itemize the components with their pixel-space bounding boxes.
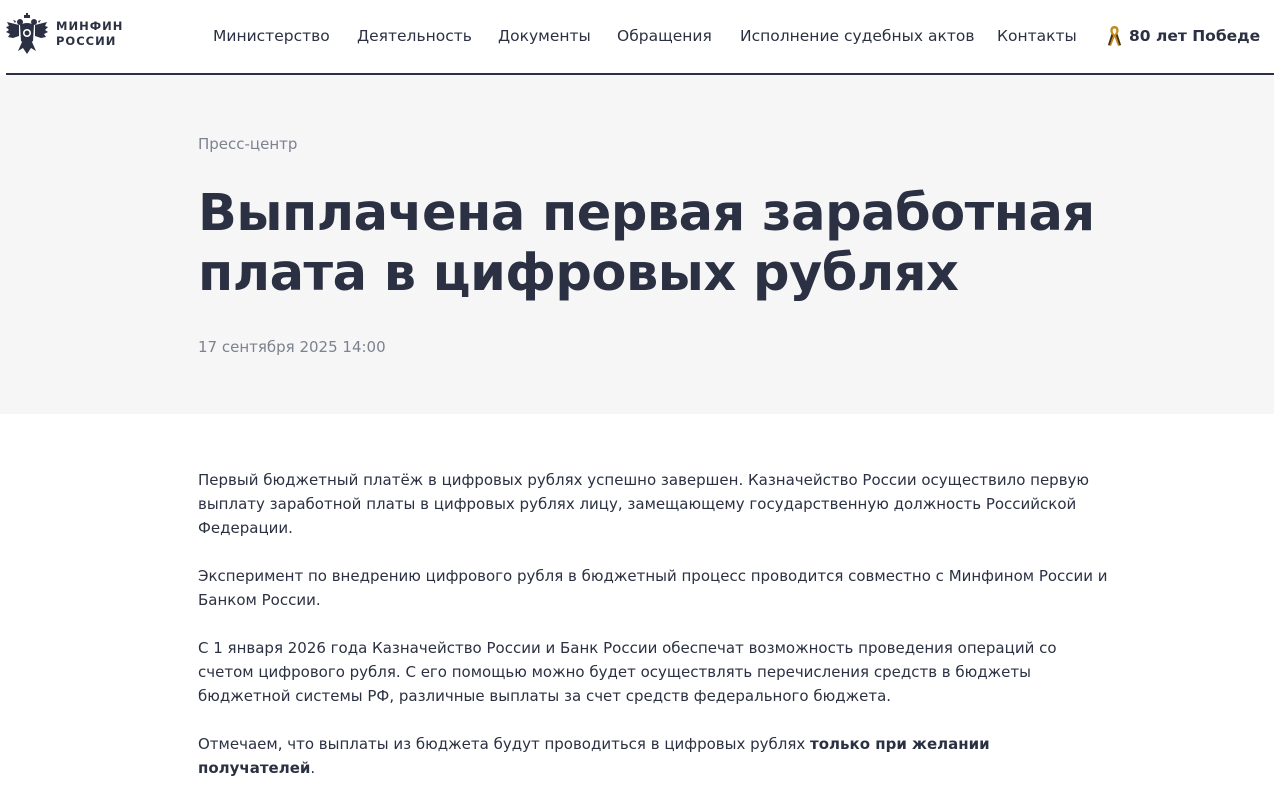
paragraph-4-text: Отмечаем, что выплаты из бюджета будут п… — [198, 735, 811, 753]
nav-item-appeals[interactable]: Обращения — [617, 24, 712, 48]
page-title: Выплачена первая заработная плата в цифр… — [198, 184, 1095, 303]
nav-item-documents[interactable]: Документы — [498, 24, 591, 48]
nav-item-contacts[interactable]: Контакты — [997, 24, 1077, 48]
article-paragraph-1: Первый бюджетный платёж в цифровых рубля… — [198, 471, 1090, 537]
victory-label: 80 лет Победе — [1129, 27, 1261, 45]
article-paragraph-2: Эксперимент по внедрению цифрового рубля… — [198, 567, 1108, 609]
nav-item-activity[interactable]: Деятельность — [357, 24, 472, 48]
st-george-ribbon-icon — [1108, 26, 1121, 46]
article-paragraph-4: Отмечаем, что выплаты из бюджета будут п… — [198, 732, 1108, 780]
publish-date: 17 сентября 2025 14:00 — [198, 338, 386, 356]
nav-item-court-acts[interactable]: Исполнение судебных актов — [740, 24, 974, 48]
paragraph-4-end: . — [310, 759, 316, 777]
article-paragraph-3: С 1 января 2026 года Казначейство России… — [198, 639, 1057, 705]
nav-item-ministry[interactable]: Министерство — [213, 24, 330, 48]
victory-80-link[interactable]: 80 лет Победе — [1107, 24, 1260, 48]
main-nav: Министерство Деятельность Документы Обра… — [0, 24, 1274, 48]
article-body: Первый бюджетный платёж в цифровых рубля… — [198, 468, 1108, 804]
breadcrumb-press-center[interactable]: Пресс-центр — [198, 133, 297, 155]
site-header: МИНФИН РОССИИ Министерство Деятельность … — [0, 0, 1274, 76]
